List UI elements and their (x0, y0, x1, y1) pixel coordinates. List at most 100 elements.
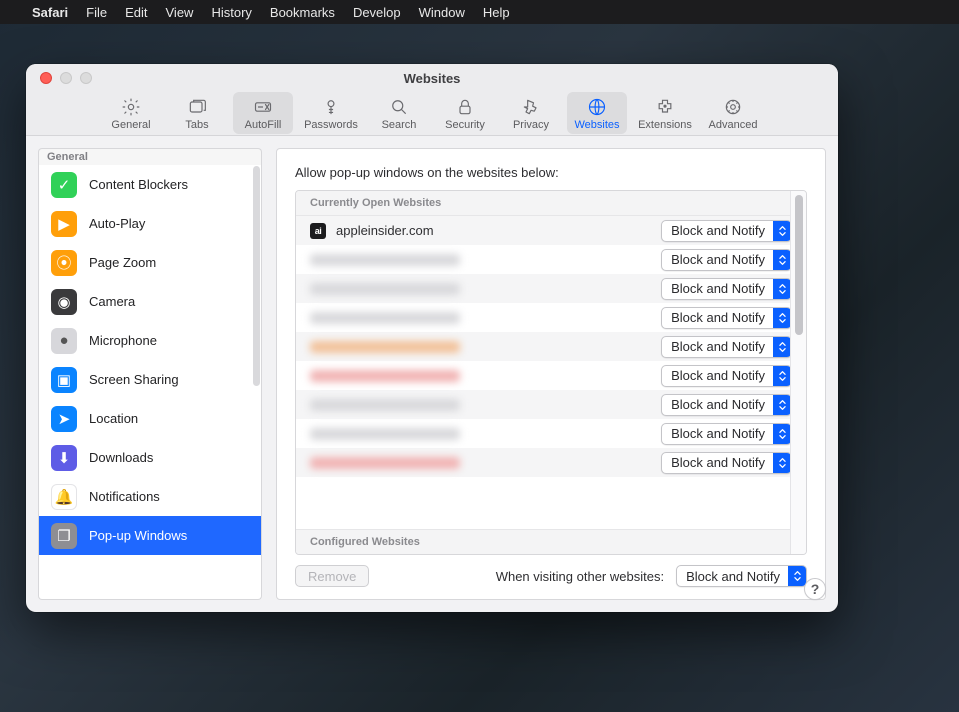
website-policy-value: Block and Notify (671, 368, 773, 383)
sidebar-item-location[interactable]: ➤Location (39, 399, 261, 438)
toolbar-tabs[interactable]: Tabs (167, 92, 227, 134)
sidebar: General ✓Content Blockers▶Auto-Play⦿Page… (38, 148, 262, 600)
sidebar-item-label: Auto-Play (89, 216, 145, 231)
toolbar-privacy[interactable]: Privacy (501, 92, 561, 134)
menu-bookmarks[interactable]: Bookmarks (270, 5, 335, 20)
website-policy-value: Block and Notify (671, 223, 773, 238)
website-row[interactable]: Block and Notify (296, 332, 806, 361)
downloads-icon: ⬇ (51, 445, 77, 471)
menu-history[interactable]: History (211, 5, 251, 20)
menu-file[interactable]: File (86, 5, 107, 20)
toolbar-security[interactable]: Security (435, 92, 495, 134)
microphone-icon: ● (51, 328, 77, 354)
toolbar-label: AutoFill (245, 119, 282, 131)
dropdown-handle-icon (773, 337, 791, 357)
sidebar-item-label: Microphone (89, 333, 157, 348)
toolbar-search[interactable]: Search (369, 92, 429, 134)
website-policy-value: Block and Notify (671, 455, 773, 470)
menu-develop[interactable]: Develop (353, 5, 401, 20)
window-title: Websites (26, 71, 838, 86)
sidebar-item-label: Screen Sharing (89, 372, 179, 387)
sidebar-item-downloads[interactable]: ⬇Downloads (39, 438, 261, 477)
toolbar-advanced[interactable]: Advanced (703, 92, 763, 134)
sidebar-item-page-zoom[interactable]: ⦿Page Zoom (39, 243, 261, 282)
sidebar-item-auto-play[interactable]: ▶ Auto-Play (39, 204, 261, 243)
website-policy-value: Block and Notify (671, 310, 773, 325)
tabs-icon (187, 96, 207, 118)
website-row[interactable]: Block and Notify (296, 390, 806, 419)
search-icon (389, 96, 409, 118)
dropdown-handle-icon (773, 424, 791, 444)
website-row[interactable]: Block and Notify (296, 419, 806, 448)
zoom-window-button[interactable] (80, 72, 92, 84)
website-row[interactable]: Block and Notify (296, 448, 806, 477)
website-policy-dropdown[interactable]: Block and Notify (661, 220, 792, 242)
website-policy-dropdown[interactable]: Block and Notify (661, 336, 792, 358)
toolbar-label: Advanced (709, 119, 758, 131)
toolbar-autofill[interactable]: AutoFill (233, 92, 293, 134)
menu-help[interactable]: Help (483, 5, 510, 20)
website-row[interactable]: Block and Notify (296, 303, 806, 332)
default-policy-value: Block and Notify (686, 569, 788, 584)
toolbar-label: Tabs (185, 119, 208, 131)
menu-window[interactable]: Window (419, 5, 465, 20)
listbox-scrollbar-thumb[interactable] (795, 195, 803, 335)
toolbar-passwords[interactable]: Passwords (299, 92, 363, 134)
website-row[interactable]: Block and Notify (296, 245, 806, 274)
websites-listbox: Currently Open Websites aiappleinsider.c… (295, 190, 807, 555)
dropdown-handle-icon (773, 453, 791, 473)
close-window-button[interactable] (40, 72, 52, 84)
help-button[interactable]: ? (804, 578, 826, 600)
minimize-window-button[interactable] (60, 72, 72, 84)
menu-edit[interactable]: Edit (125, 5, 147, 20)
toolbar-general[interactable]: General (101, 92, 161, 134)
advanced-icon (723, 96, 743, 118)
footer-label: When visiting other websites: (496, 569, 664, 584)
sidebar-item-notifications[interactable]: 🔔Notifications (39, 477, 261, 516)
default-policy-dropdown[interactable]: Block and Notify (676, 565, 807, 587)
favicon-icon: ai (310, 223, 326, 239)
toolbar-extensions[interactable]: Extensions (633, 92, 697, 134)
website-hostname-redacted (310, 428, 460, 440)
website-policy-dropdown[interactable]: Block and Notify (661, 278, 792, 300)
website-policy-dropdown[interactable]: Block and Notify (661, 452, 792, 474)
section-configured-websites: Configured Websites (296, 529, 806, 554)
website-policy-dropdown[interactable]: Block and Notify (661, 423, 792, 445)
dropdown-handle-icon (788, 566, 806, 586)
website-policy-dropdown[interactable]: Block and Notify (661, 249, 792, 271)
website-policy-dropdown[interactable]: Block and Notify (661, 365, 792, 387)
dropdown-handle-icon (773, 221, 791, 241)
sidebar-item-screen-sharing[interactable]: ▣ Screen Sharing (39, 360, 261, 399)
website-policy-dropdown[interactable]: Block and Notify (661, 307, 792, 329)
screen-sharing-icon: ▣ (51, 367, 77, 393)
website-policy-dropdown[interactable]: Block and Notify (661, 394, 792, 416)
auto-play-icon: ▶ (51, 211, 77, 237)
website-policy-value: Block and Notify (671, 426, 773, 441)
sidebar-item-camera[interactable]: ◉Camera (39, 282, 261, 321)
website-row[interactable]: Block and Notify (296, 361, 806, 390)
websites-icon (587, 96, 607, 118)
website-hostname-redacted (310, 457, 460, 469)
remove-button[interactable]: Remove (295, 565, 369, 587)
listbox-scrollbar-track[interactable] (790, 191, 806, 554)
toolbar-label: Security (445, 119, 485, 131)
main-heading: Allow pop-up windows on the websites bel… (295, 165, 807, 180)
website-row[interactable]: Block and Notify (296, 274, 806, 303)
sidebar-scrollbar[interactable] (253, 166, 260, 386)
toolbar-websites[interactable]: Websites (567, 92, 627, 134)
extensions-icon (655, 96, 675, 118)
website-policy-value: Block and Notify (671, 252, 773, 267)
website-hostname-redacted (310, 283, 460, 295)
notifications-icon: 🔔 (51, 484, 77, 510)
dropdown-handle-icon (773, 250, 791, 270)
website-row[interactable]: aiappleinsider.comBlock and Notify (296, 216, 806, 245)
general-icon (121, 96, 141, 118)
sidebar-item-content-blockers[interactable]: ✓Content Blockers (39, 165, 261, 204)
popups-icon: ❐ (51, 523, 77, 549)
menu-view[interactable]: View (166, 5, 194, 20)
security-icon (455, 96, 475, 118)
app-name[interactable]: Safari (32, 5, 68, 20)
sidebar-item-microphone[interactable]: ● Microphone (39, 321, 261, 360)
sidebar-list[interactable]: ✓Content Blockers ▶ Auto-Play ⦿Page Zoom◉Ca… (38, 165, 262, 600)
sidebar-item-popups[interactable]: ❐Pop-up Windows (39, 516, 261, 555)
